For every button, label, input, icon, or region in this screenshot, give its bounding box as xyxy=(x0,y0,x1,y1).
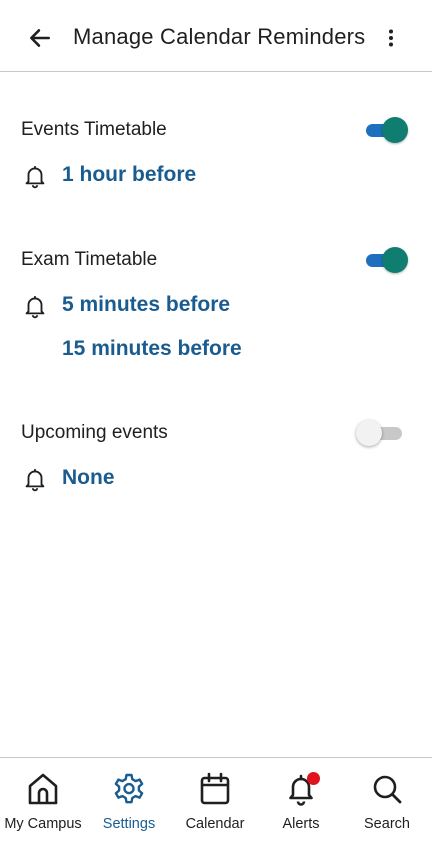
more-options-button[interactable] xyxy=(382,24,400,52)
home-icon xyxy=(28,773,58,805)
bottom-navigation: My Campus Settings Calendar Alerts Searc… xyxy=(0,757,432,846)
nav-item-settings[interactable]: Settings xyxy=(86,758,172,846)
nav-item-calendar[interactable]: Calendar xyxy=(172,758,258,846)
nav-item-alerts[interactable]: Alerts xyxy=(258,758,344,846)
app-bar: Manage Calendar Reminders xyxy=(0,0,432,72)
back-button[interactable] xyxy=(24,22,56,54)
nav-label: My Campus xyxy=(4,816,82,832)
events-timetable-toggle[interactable] xyxy=(364,117,408,143)
nav-item-my-campus[interactable]: My Campus xyxy=(0,758,86,846)
toggle-thumb xyxy=(382,247,408,273)
nav-label: Settings xyxy=(102,816,156,832)
more-vert-icon xyxy=(389,29,393,47)
section-title: Exam Timetable xyxy=(21,249,158,270)
nav-label: Alerts xyxy=(282,816,320,832)
toggle-thumb xyxy=(356,420,382,446)
toggle-thumb xyxy=(382,117,408,143)
gear-icon xyxy=(114,773,144,804)
exam-timetable-toggle[interactable] xyxy=(364,247,408,273)
section-title: Upcoming events xyxy=(21,422,168,443)
reminder-option[interactable]: 15 minutes before xyxy=(62,337,242,361)
reminder-option[interactable]: None xyxy=(62,466,115,490)
nav-item-search[interactable]: Search xyxy=(344,758,430,846)
page-title: Manage Calendar Reminders xyxy=(73,24,366,49)
bell-icon xyxy=(25,295,45,319)
nav-label: Calendar xyxy=(185,816,245,832)
bell-icon xyxy=(25,165,45,189)
reminder-option[interactable]: 1 hour before xyxy=(62,163,196,187)
upcoming-events-toggle[interactable] xyxy=(356,420,408,446)
arrow-left-icon xyxy=(30,29,50,47)
bell-icon xyxy=(25,468,45,492)
calendar-icon xyxy=(200,772,230,805)
search-icon xyxy=(373,775,402,804)
notification-badge xyxy=(307,772,320,785)
nav-label: Search xyxy=(364,816,410,832)
reminder-option[interactable]: 5 minutes before xyxy=(62,293,230,317)
section-title: Events Timetable xyxy=(21,119,167,140)
